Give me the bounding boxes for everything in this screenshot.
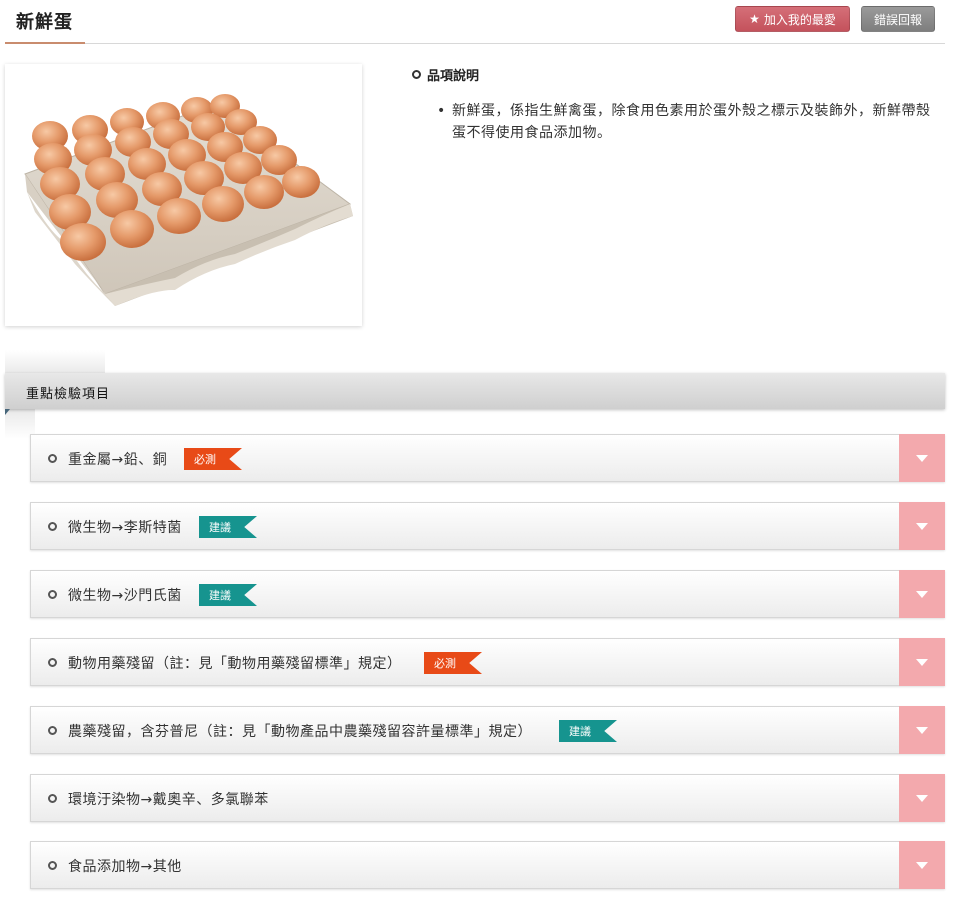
page-header: 新鮮蛋 ★ 加入我的最愛 錯誤回報 [5, 0, 945, 44]
chevron-down-icon [916, 454, 928, 462]
expand-toggle[interactable] [899, 502, 945, 550]
chevron-down-icon [916, 726, 928, 734]
description-text-block: • 新鮮蛋，係指生鮮禽蛋，除食用色素用於蛋外殼之標示及裝飾外，新鮮帶殼蛋不得使用… [437, 100, 936, 144]
bullet-icon: • [437, 103, 446, 119]
inspection-item-label: 食品添加物→其他 [68, 859, 182, 875]
expand-toggle[interactable] [899, 638, 945, 686]
ring-bullet-icon [48, 794, 57, 803]
inspection-item-food-additives[interactable]: 食品添加物→其他 [30, 841, 945, 889]
section-title: 重點檢驗項目 [26, 387, 111, 402]
suggested-badge: 建議 [559, 720, 617, 742]
inspection-item-label: 微生物→李斯特菌 [68, 520, 182, 536]
inspection-item-vet-drug-residue[interactable]: 動物用藥殘留（註：見「動物用藥殘留標準」規定） 必測 [30, 638, 945, 686]
description-title: 品項說明 [427, 69, 480, 84]
description-heading: 品項說明 [412, 65, 479, 84]
ring-bullet-icon [48, 658, 57, 667]
add-favorite-button[interactable]: ★ 加入我的最愛 [735, 6, 850, 32]
product-image [5, 64, 362, 326]
inspection-item-pesticide-residue[interactable]: 農藥殘留，含芬普尼（註：見「動物產品中農藥殘留容許量標準」規定） 建議 [30, 706, 945, 754]
page-title: 新鮮蛋 [16, 12, 73, 33]
expand-toggle[interactable] [899, 841, 945, 889]
inspection-item-label: 環境汙染物→戴奧辛、多氯聯苯 [68, 792, 269, 808]
chevron-down-icon [916, 794, 928, 802]
expand-toggle[interactable] [899, 706, 945, 754]
section-header: 重點檢驗項目 [5, 373, 945, 409]
expand-toggle[interactable] [899, 434, 945, 482]
inspection-item-label: 動物用藥殘留（註：見「動物用藥殘留標準」規定） [68, 656, 402, 672]
chevron-down-icon [916, 522, 928, 530]
star-icon: ★ [749, 12, 760, 26]
error-report-label: 錯誤回報 [873, 12, 922, 27]
chevron-down-icon [916, 658, 928, 666]
ring-bullet-icon [412, 70, 421, 79]
inspection-item-label: 微生物→沙門氏菌 [68, 588, 182, 604]
egg-tray-illustration [24, 94, 353, 306]
ring-bullet-icon [48, 726, 57, 735]
chevron-down-icon [916, 590, 928, 598]
required-badge: 必測 [424, 652, 482, 674]
expand-toggle[interactable] [899, 774, 945, 822]
ring-bullet-icon [48, 861, 57, 870]
inspection-item-listeria[interactable]: 微生物→李斯特菌 建議 [30, 502, 945, 550]
suggested-badge: 建議 [199, 584, 257, 606]
ring-bullet-icon [48, 522, 57, 531]
chevron-down-icon [916, 861, 928, 869]
inspection-item-environmental-pollutants[interactable]: 環境汙染物→戴奧辛、多氯聯苯 [30, 774, 945, 822]
title-underline [5, 42, 85, 44]
ring-bullet-icon [48, 590, 57, 599]
add-favorite-label: 加入我的最愛 [763, 12, 836, 27]
error-report-button[interactable]: 錯誤回報 [861, 6, 935, 32]
inspection-item-label: 重金屬→鉛、銅 [68, 452, 168, 468]
required-badge: 必測 [184, 448, 242, 470]
ring-bullet-icon [48, 454, 57, 463]
description-text: 新鮮蛋，係指生鮮禽蛋，除食用色素用於蛋外殼之標示及裝飾外，新鮮帶殼蛋不得使用食品… [452, 103, 931, 141]
inspection-item-heavy-metals[interactable]: 重金屬→鉛、銅 必測 [30, 434, 945, 482]
expand-toggle[interactable] [899, 570, 945, 618]
inspection-item-label: 農藥殘留，含芬普尼（註：見「動物產品中農藥殘留容許量標準」規定） [68, 724, 532, 740]
section-fold-corner [5, 409, 10, 415]
inspection-item-salmonella[interactable]: 微生物→沙門氏菌 建議 [30, 570, 945, 618]
suggested-badge: 建議 [199, 516, 257, 538]
